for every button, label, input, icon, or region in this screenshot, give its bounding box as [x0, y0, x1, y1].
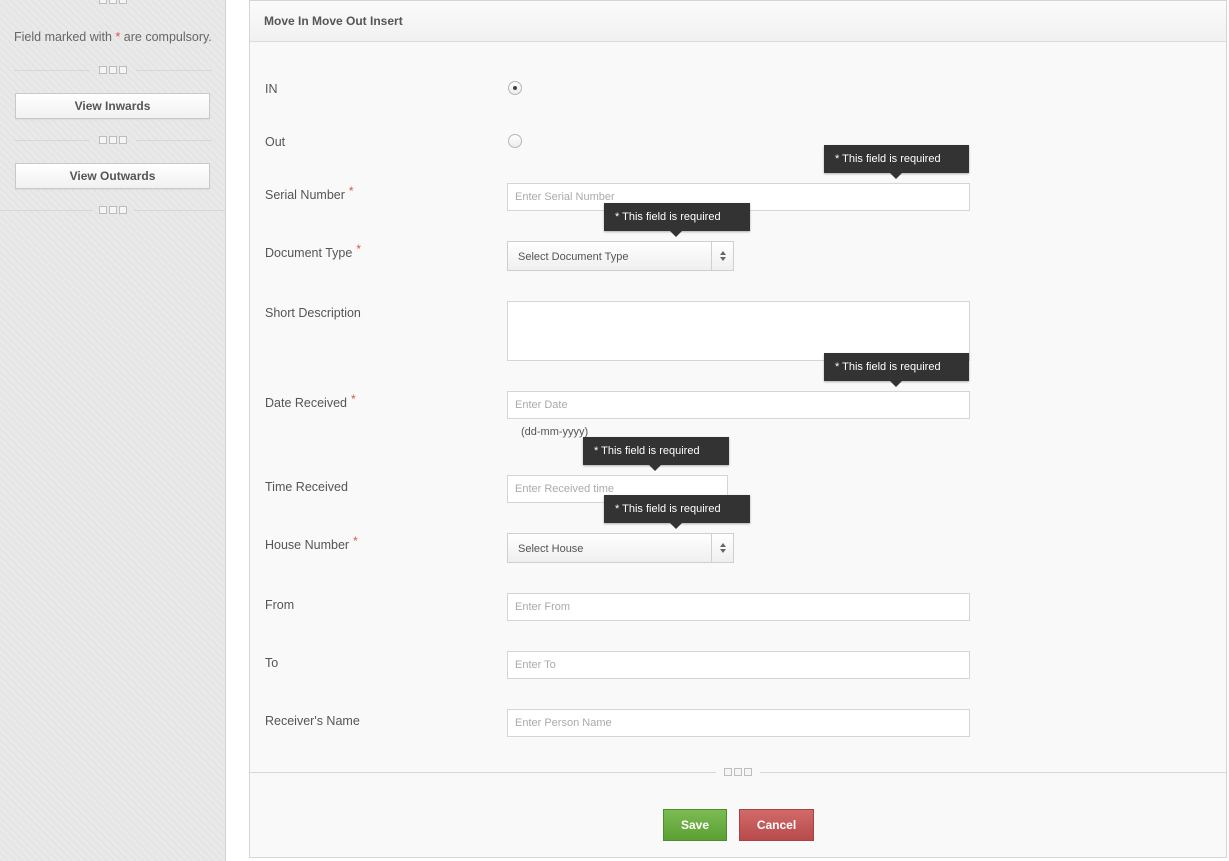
- sidebar-separator: [0, 65, 226, 76]
- form-separator: [250, 767, 1226, 778]
- house-number-label-text: House Number: [265, 538, 350, 552]
- required-star: *: [353, 534, 358, 548]
- house-number-error-tooltip: * This field is required: [604, 495, 750, 529]
- cancel-button[interactable]: Cancel: [739, 809, 814, 841]
- in-radio[interactable]: [508, 81, 522, 95]
- view-outwards-button[interactable]: View Outwards: [15, 163, 210, 189]
- house-number-selected-value: Select House: [518, 543, 584, 555]
- required-star: *: [351, 392, 356, 406]
- document-type-label: Document Type *: [265, 242, 361, 260]
- view-inwards-button[interactable]: View Inwards: [15, 93, 210, 119]
- from-input[interactable]: [507, 593, 970, 621]
- serial-number-label: Serial Number *: [265, 184, 354, 202]
- sidebar-separator: [0, 0, 226, 6]
- separator-dots-icon: [95, 205, 131, 214]
- out-radio[interactable]: [508, 134, 522, 148]
- date-format-hint: (dd-mm-yyyy): [521, 426, 589, 438]
- in-label: IN: [265, 82, 278, 96]
- sidebar: Field marked with * are compulsory. View…: [0, 0, 226, 861]
- short-description-textarea[interactable]: [507, 301, 970, 361]
- to-label: To: [265, 656, 279, 670]
- time-received-error-tooltip: * This field is required: [583, 437, 729, 471]
- house-number-label: House Number *: [265, 534, 358, 552]
- receivers-name-input[interactable]: [507, 709, 970, 737]
- date-received-label-text: Date Received: [265, 396, 347, 410]
- document-type-select[interactable]: Select Document Type: [507, 241, 734, 271]
- house-number-select[interactable]: Select House: [507, 533, 734, 563]
- compulsory-text: Field marked with: [14, 30, 116, 44]
- sidebar-separator: [0, 135, 226, 146]
- panel-header: Move In Move Out Insert: [250, 1, 1226, 42]
- date-received-label: Date Received *: [265, 392, 356, 410]
- from-label: From: [265, 598, 295, 612]
- document-type-selected-value: Select Document Type: [518, 251, 629, 263]
- select-arrows-icon: [711, 242, 733, 270]
- out-label: Out: [265, 135, 286, 149]
- save-button[interactable]: Save: [663, 809, 727, 841]
- required-star: *: [356, 242, 361, 256]
- separator-dots-icon: [95, 65, 131, 74]
- document-type-error-tooltip: * This field is required: [604, 203, 750, 237]
- receivers-name-label: Receiver's Name: [265, 714, 360, 728]
- separator-dots-icon: [95, 0, 131, 4]
- serial-number-error-tooltip: * This field is required: [824, 145, 969, 179]
- separator-dots-icon: [95, 135, 131, 144]
- sidebar-separator: [0, 205, 226, 216]
- time-received-label: Time Received: [265, 480, 348, 494]
- compulsory-note: Field marked with * are compulsory.: [14, 30, 212, 44]
- short-description-label: Short Description: [265, 306, 361, 320]
- compulsory-text: are compulsory.: [120, 30, 212, 44]
- separator-dots-icon: [720, 767, 756, 776]
- document-type-label-text: Document Type: [265, 246, 353, 260]
- date-received-input[interactable]: [507, 391, 970, 419]
- date-received-error-tooltip: * This field is required: [824, 353, 969, 387]
- page-title: Move In Move Out Insert: [264, 14, 403, 28]
- serial-number-label-text: Serial Number: [265, 188, 345, 202]
- to-input[interactable]: [507, 651, 970, 679]
- select-arrows-icon: [711, 534, 733, 562]
- required-star: *: [348, 184, 354, 198]
